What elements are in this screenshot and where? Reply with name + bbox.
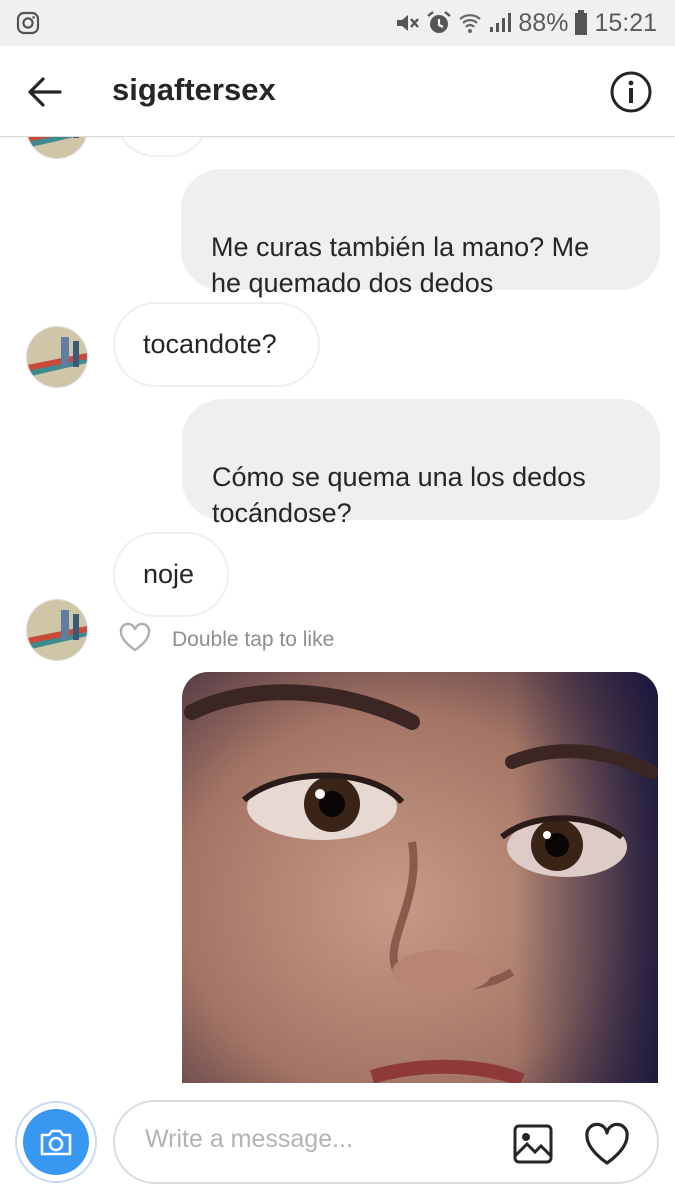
heart-icon[interactable]: [583, 1121, 631, 1167]
status-icons: 88% 15:21: [394, 0, 657, 46]
signal-icon: [488, 11, 512, 35]
message-text: Me curas también la mano? Me he quemado …: [211, 232, 590, 298]
outgoing-message[interactable]: Cómo se quema una los dedos tocándose?: [182, 399, 660, 528]
status-bar: 88% 15:21: [0, 0, 675, 46]
wifi-icon: [458, 11, 482, 35]
avatar[interactable]: [26, 137, 88, 159]
avatar[interactable]: [26, 599, 88, 661]
back-arrow-icon[interactable]: [24, 72, 64, 112]
info-icon[interactable]: [609, 70, 653, 114]
double-tap-like[interactable]: Double tap to like: [118, 622, 334, 658]
camera-icon[interactable]: [23, 1109, 89, 1175]
message-input[interactable]: [143, 1124, 487, 1155]
like-hint-text: Double tap to like: [172, 628, 335, 651]
message-box[interactable]: [113, 1100, 659, 1184]
message-text: noje: [143, 559, 195, 589]
instagram-icon: [16, 11, 40, 35]
incoming-message[interactable]: tocandote?: [113, 302, 320, 387]
message-text: tocandote?: [143, 329, 277, 359]
message-text: Cómo se quema una los dedos tocándose?: [212, 462, 586, 528]
heart-outline-icon[interactable]: [118, 622, 152, 658]
clock: 15:21: [594, 8, 657, 37]
chat-header: sigaftersex: [0, 46, 675, 137]
battery-level: 88%: [518, 8, 569, 37]
incoming-message[interactable]: noje: [113, 532, 229, 617]
gallery-icon[interactable]: [511, 1122, 555, 1166]
alarm-icon: [426, 10, 452, 36]
message-composer: [0, 1083, 675, 1200]
avatar[interactable]: [26, 326, 88, 388]
camera-button[interactable]: [15, 1101, 97, 1183]
mute-icon: [394, 11, 420, 35]
message-thread[interactable]: Me curas también la mano? Me he quemado …: [0, 137, 675, 1083]
outgoing-message[interactable]: Me curas también la mano? Me he quemado …: [181, 169, 660, 298]
photo-message[interactable]: [182, 672, 658, 1083]
chat-username[interactable]: sigaftersex: [112, 72, 276, 108]
incoming-message[interactable]: [115, 137, 209, 157]
battery-icon: [574, 10, 588, 36]
